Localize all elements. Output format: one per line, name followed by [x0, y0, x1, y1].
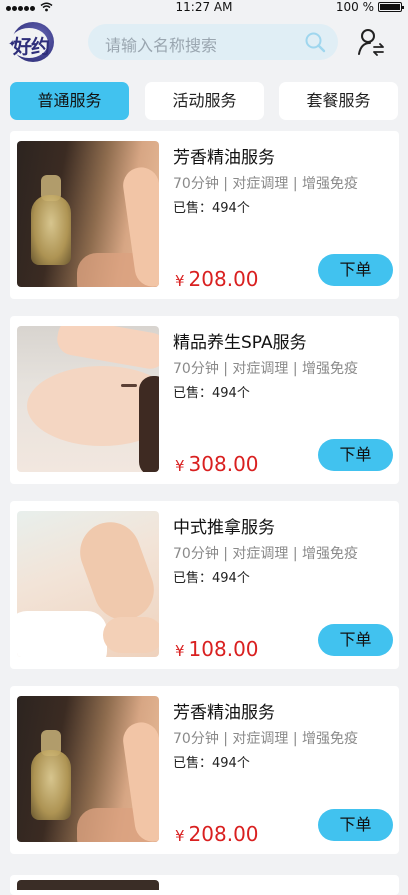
- product-image[interactable]: [17, 326, 159, 472]
- currency-symbol: ¥: [175, 457, 185, 475]
- currency-symbol: ¥: [175, 827, 185, 845]
- battery-icon: [378, 2, 404, 12]
- product-price: ¥208.00: [175, 267, 259, 291]
- user-switch-icon[interactable]: [358, 28, 384, 56]
- currency-symbol: ¥: [175, 272, 185, 290]
- product-title: 芳香精油服务: [173, 703, 275, 723]
- search-icon[interactable]: [304, 31, 326, 53]
- order-button[interactable]: 下单: [318, 624, 393, 656]
- tab-package-service[interactable]: 套餐服务: [279, 82, 398, 120]
- sold-count: 已售：494个: [173, 756, 250, 771]
- header: ✦ 好约 请输入名称搜索: [0, 14, 408, 72]
- price-value: 108.00: [188, 637, 259, 661]
- product-tags: 70分钟 | 对症调理 | 增强免疫: [173, 176, 359, 192]
- product-tags: 70分钟 | 对症调理 | 增强免疫: [173, 361, 359, 377]
- sold-count: 已售：494个: [173, 571, 250, 586]
- product-image[interactable]: [17, 696, 159, 842]
- battery-group: 100 %: [335, 0, 404, 14]
- status-bar: 11:27 AM 100 %: [0, 0, 408, 14]
- product-tags: 70分钟 | 对症调理 | 增强免疫: [173, 731, 359, 747]
- price-value: 308.00: [188, 452, 259, 476]
- product-tags: 70分钟 | 对症调理 | 增强免疫: [173, 546, 359, 562]
- order-button[interactable]: 下单: [318, 809, 393, 841]
- logo-text: 好约: [13, 36, 50, 58]
- search-placeholder: 请输入名称搜索: [105, 36, 218, 55]
- product-card[interactable]: 中式推拿服务 70分钟 | 对症调理 | 增强免疫 已售：494个 ¥108.0…: [10, 501, 399, 669]
- service-tabs: 普通服务 活动服务 套餐服务: [0, 82, 408, 120]
- sold-count: 已售：494个: [173, 386, 250, 401]
- product-card[interactable]: 芳香精油服务 70分钟 | 对症调理 | 增强免疫 已售：494个 ¥208.0…: [10, 131, 399, 299]
- currency-symbol: ¥: [175, 642, 185, 660]
- product-title: 芳香精油服务: [173, 148, 275, 168]
- product-card[interactable]: 芳香精油服务 70分钟 | 对症调理 | 增强免疫 已售：494个 ¥208.0…: [10, 686, 399, 854]
- sold-count: 已售：494个: [173, 201, 250, 216]
- product-card[interactable]: 精品养生SPA服务 70分钟 | 对症调理 | 增强免疫 已售：494个 ¥30…: [10, 316, 399, 484]
- product-image: [17, 880, 159, 890]
- product-title: 中式推拿服务: [173, 518, 275, 538]
- price-value: 208.00: [188, 822, 259, 846]
- product-image[interactable]: [17, 511, 159, 657]
- product-card-partial[interactable]: [10, 875, 399, 895]
- tab-normal-service[interactable]: 普通服务: [10, 82, 129, 120]
- search-bar[interactable]: 请输入名称搜索: [88, 24, 338, 60]
- product-price: ¥308.00: [175, 452, 259, 476]
- product-title: 精品养生SPA服务: [173, 333, 307, 353]
- order-button[interactable]: 下单: [318, 439, 393, 471]
- order-button[interactable]: 下单: [318, 254, 393, 286]
- product-image[interactable]: [17, 141, 159, 287]
- battery-percent: 100 %: [335, 0, 374, 14]
- price-value: 208.00: [188, 267, 259, 291]
- product-price: ¥108.00: [175, 637, 259, 661]
- tab-activity-service[interactable]: 活动服务: [145, 82, 264, 120]
- app-logo[interactable]: ✦ 好约: [8, 22, 56, 62]
- product-price: ¥208.00: [175, 822, 259, 846]
